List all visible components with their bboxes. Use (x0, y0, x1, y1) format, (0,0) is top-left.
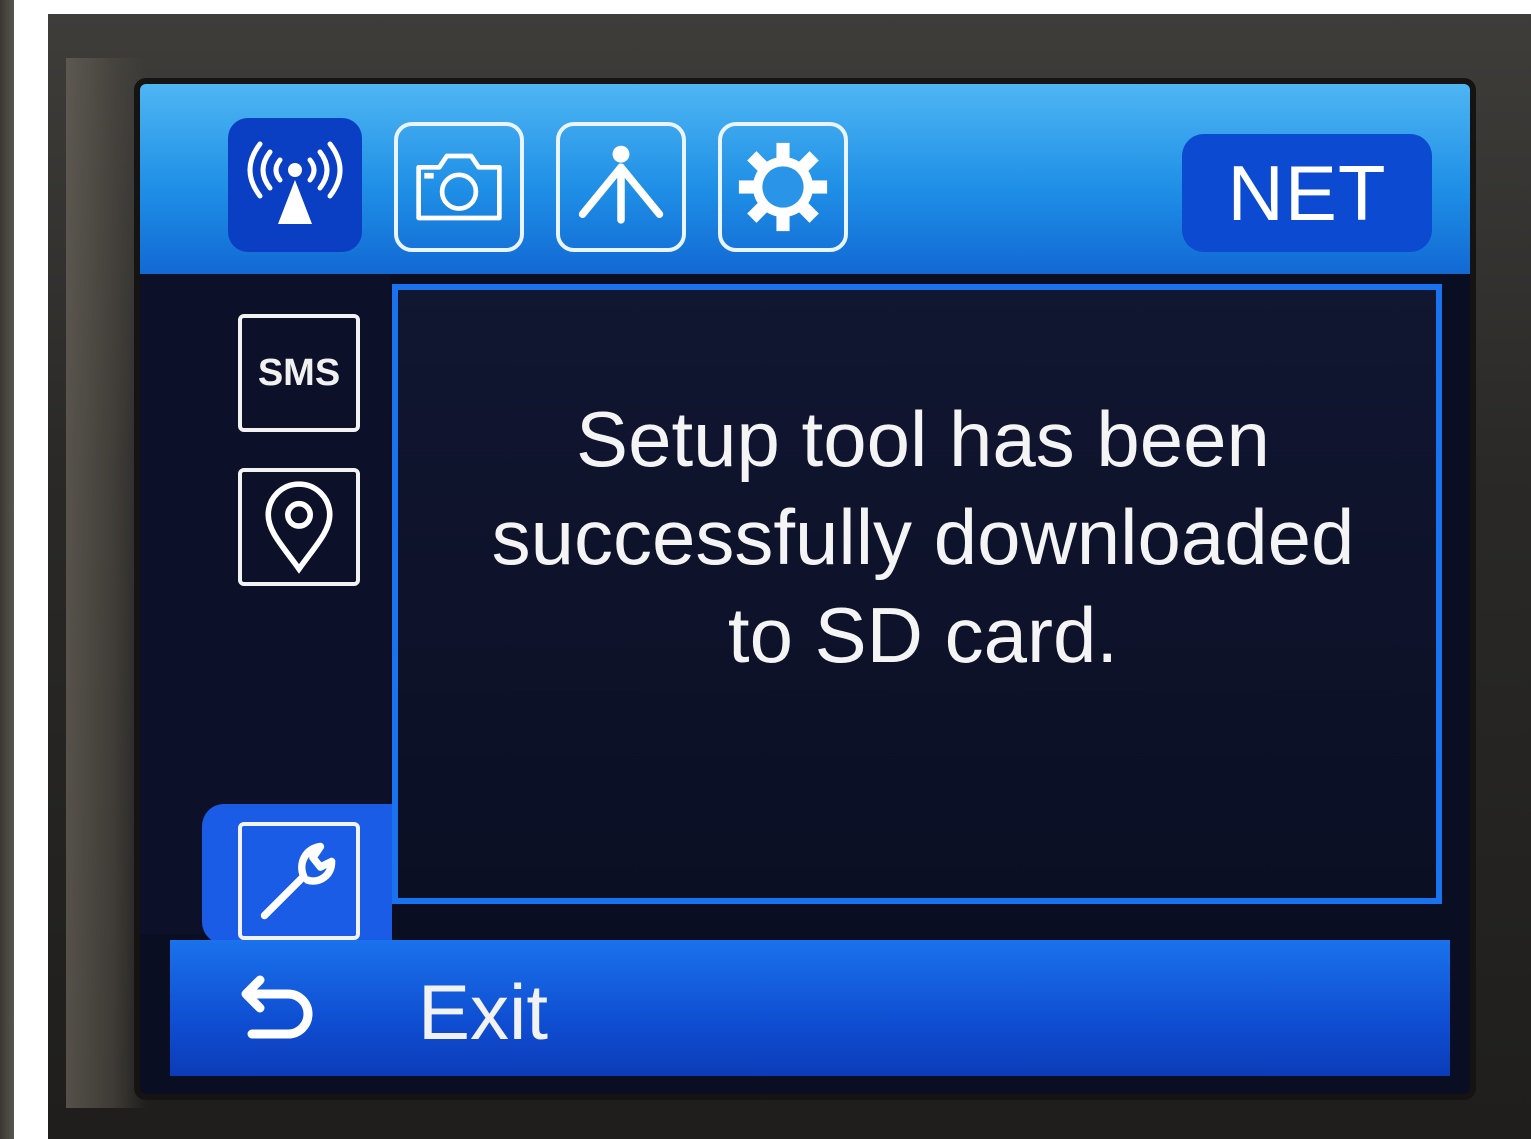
gear-icon (738, 142, 828, 232)
left-edge (0, 0, 14, 1139)
footer-bar: Exit (170, 940, 1450, 1076)
signal-tower-icon (247, 141, 343, 224)
sidebar: SMS (140, 274, 392, 944)
camera-icon (416, 153, 502, 221)
message-dialog: Setup tool has been successfully downloa… (392, 284, 1442, 904)
back-arrow-icon[interactable] (226, 970, 326, 1060)
tab-network[interactable] (228, 118, 362, 252)
device-screen: NET SMS Setup tool has been successfully… (140, 84, 1470, 1094)
tab-tripod[interactable] (556, 122, 686, 252)
sidebar-item-sms[interactable]: SMS (238, 314, 360, 432)
wrench-icon (260, 842, 336, 920)
bezel-highlight (66, 58, 146, 1108)
dialog-message: Setup tool has been successfully downloa… (491, 395, 1355, 679)
tab-settings[interactable] (718, 122, 848, 252)
location-pin-icon (265, 481, 333, 574)
sidebar-item-tools[interactable] (238, 822, 360, 940)
tripod-icon (578, 145, 664, 224)
mode-badge: NET (1182, 134, 1432, 252)
exit-button[interactable]: Exit (418, 962, 548, 1062)
sidebar-item-location[interactable] (238, 468, 360, 586)
tab-camera[interactable] (394, 122, 524, 252)
top-tab-bar: NET (140, 84, 1470, 274)
sms-icon: SMS (257, 352, 341, 394)
